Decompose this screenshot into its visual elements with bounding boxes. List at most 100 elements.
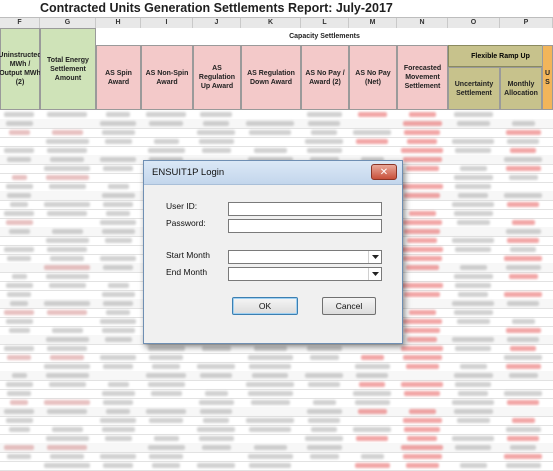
table-cell — [106, 310, 130, 315]
table-cell — [8, 130, 30, 135]
table-cell — [149, 418, 183, 423]
chevron-down-icon[interactable] — [368, 268, 381, 280]
table-cell — [4, 247, 34, 252]
table-cell — [152, 364, 180, 369]
close-button[interactable]: ✕ — [371, 164, 397, 180]
ok-button[interactable]: OK — [232, 297, 298, 315]
header-partial-next-column: U S — [542, 45, 553, 110]
table-cell — [510, 445, 536, 450]
table-cell — [45, 238, 89, 243]
table-cell — [7, 157, 31, 162]
table-cell — [200, 112, 232, 117]
table-cell — [308, 382, 340, 387]
user-id-input[interactable] — [228, 202, 382, 216]
table-cell — [4, 445, 34, 450]
column-l-header[interactable]: L — [301, 18, 349, 28]
column-m-header[interactable]: M — [349, 18, 397, 28]
column-i-header[interactable]: I — [141, 18, 193, 28]
table-cell — [5, 319, 33, 324]
table-cell — [359, 382, 385, 387]
column-f-header[interactable]: F — [0, 18, 40, 28]
table-cell — [402, 157, 442, 162]
table-cell — [452, 436, 494, 441]
password-input[interactable] — [228, 219, 382, 233]
table-cell — [511, 220, 535, 225]
table-cell — [309, 454, 339, 459]
table-cell — [203, 418, 229, 423]
table-cell — [200, 373, 232, 378]
table-cell — [247, 391, 293, 396]
table-cell — [308, 418, 340, 423]
table-cell — [311, 130, 337, 135]
column-n-header[interactable]: N — [397, 18, 448, 28]
table-cell — [455, 247, 491, 252]
end-month-select[interactable] — [228, 267, 382, 281]
table-cell — [149, 454, 183, 459]
table-cell — [101, 391, 135, 396]
table-cell — [10, 202, 28, 207]
table-cell — [510, 346, 536, 351]
table-cell — [505, 265, 541, 270]
table-cell — [5, 283, 33, 288]
table-cell — [357, 112, 387, 117]
table-cell — [404, 193, 440, 198]
table-cell — [505, 130, 541, 135]
chevron-down-icon[interactable] — [368, 251, 381, 263]
header-as-no-pay-net: AS No Pay (Net) — [349, 45, 397, 110]
table-cell — [104, 139, 132, 144]
table-cell — [353, 130, 391, 135]
table-cell — [356, 139, 388, 144]
header-as-no-pay-award: AS No Pay / Award (2) — [301, 45, 349, 110]
dialog-titlebar[interactable]: ENSUIT1P Login ✕ — [144, 161, 402, 185]
table-cell — [100, 319, 136, 324]
table-cell — [4, 112, 34, 117]
table-cell — [103, 364, 133, 369]
table-cell — [147, 445, 185, 450]
table-cell — [45, 175, 89, 180]
start-month-select[interactable] — [228, 250, 382, 264]
column-k-header[interactable]: K — [241, 18, 301, 28]
table-cell — [10, 400, 28, 405]
table-cell — [198, 400, 234, 405]
table-cell — [508, 373, 538, 378]
table-cell — [504, 256, 542, 261]
table-cell — [507, 301, 539, 306]
table-cell — [305, 139, 343, 144]
table-cell — [253, 346, 287, 351]
table-cell — [51, 328, 83, 333]
table-cell — [152, 463, 180, 468]
table-cell — [51, 427, 83, 432]
table-cell — [305, 436, 343, 441]
table-cell — [106, 112, 130, 117]
table-cell — [353, 427, 391, 432]
table-cell — [455, 283, 491, 288]
table-cell — [308, 121, 340, 126]
table-cell — [455, 148, 491, 153]
column-o-header[interactable]: O — [448, 18, 500, 28]
table-cell — [153, 436, 179, 441]
table-cell — [250, 400, 290, 405]
column-g-header[interactable]: G — [40, 18, 96, 28]
table-cell — [201, 148, 231, 153]
table-cell — [8, 229, 30, 234]
table-cell — [146, 409, 186, 414]
table-cell — [146, 373, 186, 378]
cancel-button[interactable]: Cancel — [322, 297, 376, 315]
table-cell — [103, 301, 133, 306]
column-p-header[interactable]: P — [500, 18, 553, 28]
table-cell — [45, 373, 89, 378]
table-cell — [401, 445, 443, 450]
table-cell — [504, 454, 542, 459]
table-cell — [147, 382, 185, 387]
table-cell — [197, 427, 235, 432]
end-month-label: End Month — [166, 267, 208, 277]
table-cell — [356, 436, 388, 441]
table-cell — [458, 193, 488, 198]
column-j-header[interactable]: J — [193, 18, 241, 28]
table-cell — [44, 400, 90, 405]
table-cell — [507, 337, 539, 342]
table-cell — [51, 130, 83, 135]
header-as-non-spin-award: AS Non-Spin Award — [141, 45, 193, 110]
column-h-header[interactable]: H — [96, 18, 141, 28]
table-cell — [197, 130, 235, 135]
